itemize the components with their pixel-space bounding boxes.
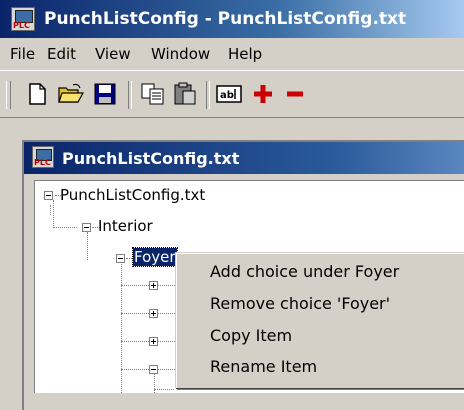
toolbar-grip[interactable]: [6, 81, 11, 109]
svg-text:ab: ab: [220, 90, 234, 101]
window-title: PunchListConfig - PunchListConfig.txt: [44, 9, 407, 29]
open-folder-icon: [58, 83, 84, 103]
new-document-icon: [29, 83, 46, 105]
toolbar: ab: [0, 70, 464, 118]
copy-button[interactable]: [138, 79, 168, 109]
menu-bar: File Edit View Window Help: [0, 38, 464, 68]
new-document-button[interactable]: [22, 79, 52, 109]
rename-field-icon: ab: [216, 85, 242, 103]
remove-button[interactable]: [280, 79, 310, 109]
remove-minus-icon: [287, 91, 303, 97]
child-expand-toggle-3[interactable]: [149, 337, 158, 346]
paste-icon: [174, 82, 196, 105]
plc-app-icon[interactable]: PLC: [11, 7, 35, 31]
tree-node-root[interactable]: PunchListConfig.txt: [60, 186, 205, 204]
foyer-collapse-toggle[interactable]: [116, 254, 125, 263]
add-button[interactable]: [248, 79, 278, 109]
open-button[interactable]: [56, 79, 86, 109]
add-plus-icon: [254, 85, 272, 103]
document-icon[interactable]: PLC: [32, 146, 54, 168]
menu-rename-item[interactable]: Rename Item: [210, 357, 317, 376]
menu-window[interactable]: Window: [151, 45, 210, 63]
save-disk-icon: [94, 83, 116, 105]
child-collapse-toggle-4[interactable]: [149, 365, 158, 374]
child-expand-toggle-1[interactable]: [149, 281, 158, 290]
menu-edit[interactable]: Edit: [47, 45, 76, 63]
menu-add-choice[interactable]: Add choice under Foyer: [210, 262, 399, 281]
interior-collapse-toggle[interactable]: [82, 223, 91, 232]
copy-icon: [141, 83, 164, 105]
save-button[interactable]: [90, 79, 120, 109]
app-title-bar[interactable]: PLC PunchListConfig - PunchListConfig.tx…: [0, 0, 464, 38]
menu-remove-choice[interactable]: Remove choice 'Foyer': [210, 294, 390, 313]
tree-node-interior[interactable]: Interior: [98, 217, 153, 235]
document-title: PunchListConfig.txt: [62, 149, 240, 168]
context-menu: Add choice under Foyer Remove choice 'Fo…: [175, 252, 464, 388]
paste-button[interactable]: [170, 79, 200, 109]
menu-view[interactable]: View: [95, 45, 131, 63]
menu-file[interactable]: File: [10, 45, 35, 63]
menu-copy-item[interactable]: Copy Item: [210, 326, 292, 345]
child-expand-toggle-2[interactable]: [149, 309, 158, 318]
menu-help[interactable]: Help: [228, 45, 262, 63]
root-collapse-toggle[interactable]: [44, 191, 53, 200]
tree-node-foyer[interactable]: Foyer: [132, 247, 178, 267]
document-title-bar[interactable]: PLC PunchListConfig.txt: [24, 142, 464, 174]
rename-field-button[interactable]: ab: [214, 79, 244, 109]
